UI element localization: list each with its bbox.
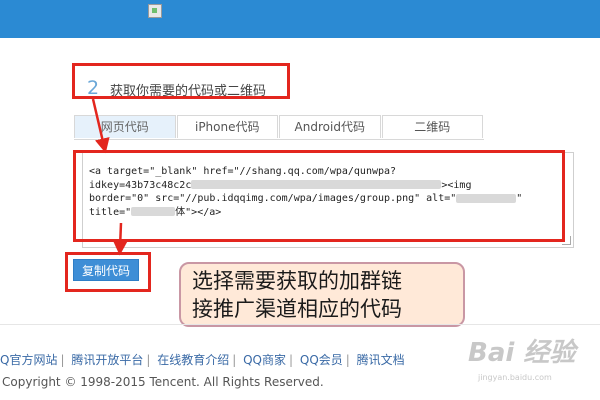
- footer-link-online-education[interactable]: 在线教育介绍: [157, 353, 229, 367]
- tab-qr-code[interactable]: 二维码: [381, 115, 483, 138]
- callout-line-2: 接推广渠道相应的代码: [192, 297, 402, 321]
- broken-image-icon: [148, 4, 162, 18]
- footer-link-open-platform[interactable]: 腾讯开放平台: [71, 353, 143, 367]
- baidu-watermark-url: jingyan.baidu.com: [478, 373, 552, 382]
- highlight-box-code: [73, 150, 565, 242]
- footer-divider: [0, 324, 600, 325]
- instruction-callout: 选择需要获取的加群链 接推广渠道相应的代码: [179, 262, 465, 327]
- footer-link-official-site[interactable]: Q官方网站: [0, 353, 57, 367]
- copyright-text: Copyright © 1998-2015 Tencent. All Right…: [2, 375, 324, 389]
- footer-link-tencent-docs[interactable]: 腾讯文档: [357, 353, 405, 367]
- callout-line-1: 选择需要获取的加群链: [192, 269, 402, 293]
- highlight-box-step: [72, 63, 290, 99]
- tab-web-code[interactable]: 网页代码: [74, 115, 176, 138]
- footer-links: Q官方网站 | 腾讯开放平台 | 在线教育介绍 | QQ商家 | QQ会员 | 腾讯文档: [0, 353, 405, 367]
- highlight-box-copy: [65, 252, 151, 292]
- code-type-tabs: 网页代码 iPhone代码 Android代码 二维码: [74, 115, 484, 140]
- footer-link-qq-vip[interactable]: QQ会员: [300, 353, 343, 367]
- tab-iphone-code[interactable]: iPhone代码: [176, 115, 278, 138]
- footer-link-qq-business[interactable]: QQ商家: [243, 353, 286, 367]
- top-header-bar: [0, 0, 600, 38]
- tab-android-code[interactable]: Android代码: [279, 115, 381, 138]
